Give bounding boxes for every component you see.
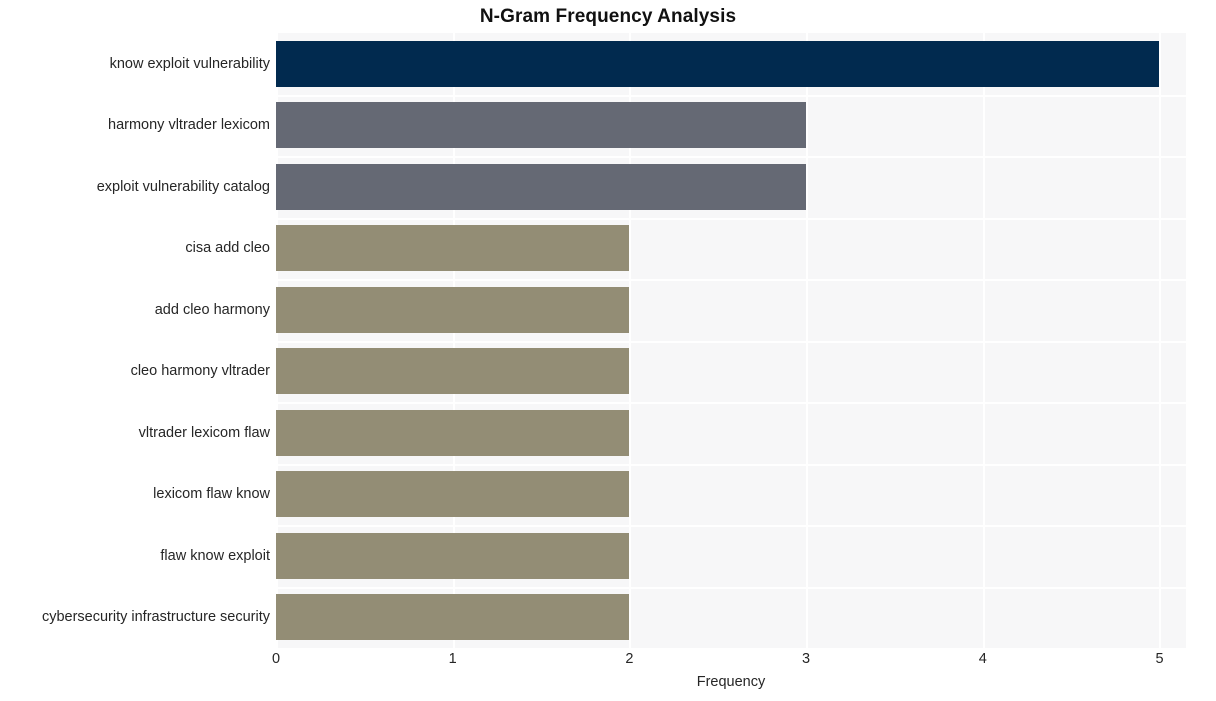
gridline-horizontal: [276, 156, 1186, 158]
y-axis-tick-labels: know exploit vulnerability harmony vltrad…: [0, 33, 276, 648]
y-axis-tick-label: know exploit vulnerability: [109, 55, 270, 72]
bar[interactable]: [276, 409, 630, 456]
y-axis-tick-label: flaw know exploit: [160, 547, 270, 564]
gridline-horizontal: [276, 279, 1186, 281]
x-axis-tick-label: 2: [625, 651, 634, 667]
gridline-horizontal: [276, 94, 1186, 97]
y-axis-tick-label: cleo harmony vltrader: [130, 363, 270, 380]
gridline-horizontal: [276, 463, 1186, 466]
gridline-horizontal: [276, 586, 1186, 589]
bar[interactable]: [276, 286, 630, 333]
bar[interactable]: [276, 532, 630, 579]
x-axis-tick-label: 0: [271, 651, 281, 667]
plot-area: [276, 33, 1186, 648]
gridline-horizontal: [276, 217, 1186, 220]
x-axis-tick-label: 4: [978, 651, 987, 667]
chart-title: N-Gram Frequency Analysis: [479, 6, 737, 27]
y-axis-tick-label: cybersecurity infrastructure security: [41, 609, 270, 626]
y-axis-tick-label: add cleo harmony: [154, 301, 270, 318]
bar[interactable]: [276, 594, 630, 641]
x-axis-label: Frequency: [696, 674, 766, 690]
y-axis-tick-label: vltrader lexicom flaw: [138, 424, 270, 441]
gridline-horizontal: [276, 525, 1186, 527]
bar[interactable]: [276, 102, 807, 149]
x-axis-tick-label: 5: [1155, 651, 1164, 667]
y-axis-tick-label: harmony vltrader lexicom: [108, 117, 270, 134]
bar[interactable]: [276, 225, 630, 272]
bar[interactable]: [276, 348, 630, 395]
bar[interactable]: [276, 40, 1160, 87]
bar[interactable]: [276, 471, 630, 518]
y-axis-tick-label: cisa add cleo: [185, 240, 270, 257]
chart-figure: N-Gram Frequency Analysis know exploit v…: [0, 0, 1216, 701]
x-axis-tick-label: 3: [802, 651, 811, 667]
bar[interactable]: [276, 163, 807, 210]
x-axis-tick-label: 1: [448, 651, 457, 667]
y-axis-tick-label: exploit vulnerability catalog: [96, 178, 270, 195]
gridline-horizontal: [276, 402, 1186, 404]
y-axis-tick-label: lexicom flaw know: [153, 486, 270, 503]
gridline-horizontal: [276, 340, 1186, 343]
x-axis-tick-labels: 0 1 2 3 4 5: [272, 651, 1186, 673]
